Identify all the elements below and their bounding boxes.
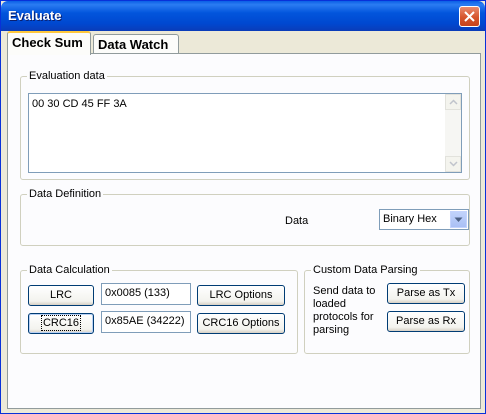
crc16-options-button[interactable]: CRC16 Options [197, 313, 285, 334]
dropdown-button[interactable] [450, 211, 467, 228]
tab-strip: Check Sum Data Watch [4, 31, 482, 55]
evaluate-window: Evaluate Check Sum Data Watch Evaluation… [0, 0, 486, 414]
data-definition-group: Data Definition Data Binary Hex [20, 188, 470, 246]
data-calculation-label: Data Calculation [27, 264, 112, 276]
lrc-options-button[interactable]: LRC Options [197, 285, 285, 306]
check-sum-panel: Evaluation data 00 30 CD 45 FF 3A Data D… [7, 53, 481, 409]
scroll-up-arrow-icon [449, 99, 458, 105]
parse-as-tx-button[interactable]: Parse as Tx [387, 283, 465, 304]
scroll-down-button[interactable] [445, 156, 461, 172]
lrc-button[interactable]: LRC [28, 285, 94, 306]
title-bar[interactable]: Evaluate [1, 1, 485, 31]
crc16-result-field[interactable]: 0x85AE (34222) [101, 311, 191, 333]
crc16-button[interactable]: CRC16 [28, 313, 94, 334]
parse-as-rx-button[interactable]: Parse as Rx [387, 311, 465, 332]
data-type-selected: Binary Hex [383, 213, 437, 225]
lrc-result-field[interactable]: 0x0085 (133) [101, 283, 191, 305]
data-definition-label: Data Definition [27, 188, 104, 200]
scroll-up-button[interactable] [445, 94, 461, 110]
evaluation-data-value: 00 30 CD 45 FF 3A [32, 98, 127, 110]
chevron-down-icon [454, 217, 463, 222]
window-title: Evaluate [8, 8, 62, 23]
evaluation-data-group: Evaluation data 00 30 CD 45 FF 3A [20, 70, 470, 180]
data-type-label: Data [285, 215, 309, 227]
vertical-scrollbar[interactable] [445, 94, 461, 172]
parsing-description: Send data to loaded protocols for parsin… [313, 285, 376, 336]
data-calculation-group: Data Calculation LRC 0x0085 (133) LRC Op… [20, 264, 298, 354]
evaluation-data-textarea[interactable]: 00 30 CD 45 FF 3A [28, 93, 462, 173]
custom-data-parsing-group: Custom Data Parsing Send data to loaded … [304, 264, 470, 354]
close-button[interactable] [459, 6, 480, 27]
custom-data-parsing-label: Custom Data Parsing [311, 264, 420, 276]
evaluation-data-label: Evaluation data [27, 70, 107, 82]
close-icon [464, 11, 475, 22]
scroll-down-arrow-icon [449, 161, 458, 167]
crc16-button-label: CRC16 [40, 315, 82, 331]
tab-data-watch[interactable]: Data Watch [93, 34, 179, 54]
data-type-select[interactable]: Binary Hex [379, 209, 469, 230]
tab-check-sum[interactable]: Check Sum [7, 31, 91, 55]
